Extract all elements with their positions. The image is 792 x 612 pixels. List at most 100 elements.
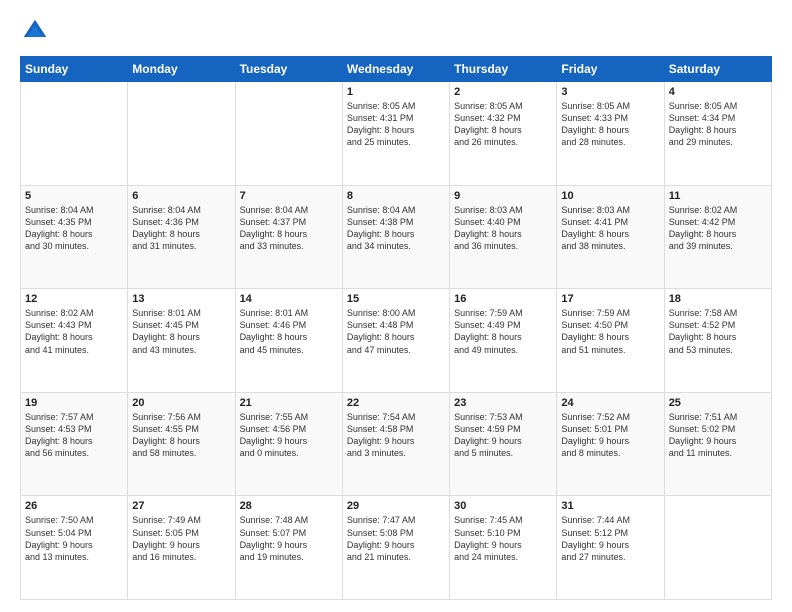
- logo-icon: [20, 16, 50, 46]
- day-info: Sunrise: 7:49 AM Sunset: 5:05 PM Dayligh…: [132, 514, 230, 563]
- day-number: 28: [240, 500, 338, 512]
- calendar-week-row: 19 Sunrise: 7:57 AM Sunset: 4:53 PM Dayli…: [21, 392, 772, 496]
- calendar-cell: 2 Sunrise: 8:05 AM Sunset: 4:32 PM Daylig…: [450, 82, 557, 186]
- day-info: Sunrise: 8:05 AM Sunset: 4:34 PM Dayligh…: [669, 100, 767, 149]
- day-number: 12: [25, 293, 123, 305]
- day-number: 20: [132, 397, 230, 409]
- day-number: 15: [347, 293, 445, 305]
- calendar-cell: 27 Sunrise: 7:49 AM Sunset: 5:05 PM Dayli…: [128, 496, 235, 600]
- calendar-cell: 6 Sunrise: 8:04 AM Sunset: 4:36 PM Daylig…: [128, 185, 235, 289]
- day-number: 4: [669, 86, 767, 98]
- calendar-cell: 7Sunrise: 8:04 AM Sunset: 4:37 PM Daylig…: [235, 185, 342, 289]
- day-info: Sunrise: 8:04 AM Sunset: 4:37 PM Dayligh…: [240, 204, 338, 253]
- day-info: Sunrise: 8:02 AM Sunset: 4:42 PM Dayligh…: [669, 204, 767, 253]
- day-info: Sunrise: 8:01 AM Sunset: 4:46 PM Dayligh…: [240, 307, 338, 356]
- day-info: Sunrise: 8:05 AM Sunset: 4:31 PM Dayligh…: [347, 100, 445, 149]
- calendar-cell: 24Sunrise: 7:52 AM Sunset: 5:01 PM Dayli…: [557, 392, 664, 496]
- calendar-cell: 12 Sunrise: 8:02 AM Sunset: 4:43 PM Dayli…: [21, 289, 128, 393]
- day-info: Sunrise: 8:03 AM Sunset: 4:41 PM Dayligh…: [561, 204, 659, 253]
- day-info: Sunrise: 8:01 AM Sunset: 4:45 PM Dayligh…: [132, 307, 230, 356]
- day-info: Sunrise: 8:02 AM Sunset: 4:43 PM Dayligh…: [25, 307, 123, 356]
- day-number: 6: [132, 190, 230, 202]
- day-info: Sunrise: 8:05 AM Sunset: 4:32 PM Dayligh…: [454, 100, 552, 149]
- day-number: 22: [347, 397, 445, 409]
- day-number: 21: [240, 397, 338, 409]
- day-info: Sunrise: 7:44 AM Sunset: 5:12 PM Dayligh…: [561, 514, 659, 563]
- calendar-cell: 20 Sunrise: 7:56 AM Sunset: 4:55 PM Dayli…: [128, 392, 235, 496]
- calendar-cell: 16 Sunrise: 7:59 AM Sunset: 4:49 PM Dayli…: [450, 289, 557, 393]
- weekday-header: Saturday: [664, 57, 771, 82]
- weekday-header: Monday: [128, 57, 235, 82]
- calendar-table: SundayMondayTuesdayWednesdayThursdayFrid…: [20, 56, 772, 600]
- logo: [20, 16, 54, 46]
- calendar-cell: 31 Sunrise: 7:44 AM Sunset: 5:12 PM Dayli…: [557, 496, 664, 600]
- day-info: Sunrise: 7:59 AM Sunset: 4:50 PM Dayligh…: [561, 307, 659, 356]
- day-number: 10: [561, 190, 659, 202]
- calendar-cell: 22 Sunrise: 7:54 AM Sunset: 4:58 PM Dayli…: [342, 392, 449, 496]
- day-info: Sunrise: 8:04 AM Sunset: 4:36 PM Dayligh…: [132, 204, 230, 253]
- calendar-cell: 26Sunrise: 7:50 AM Sunset: 5:04 PM Dayli…: [21, 496, 128, 600]
- calendar-cell: 23Sunrise: 7:53 AM Sunset: 4:59 PM Dayli…: [450, 392, 557, 496]
- day-number: 26: [25, 500, 123, 512]
- day-number: 2: [454, 86, 552, 98]
- day-info: Sunrise: 7:58 AM Sunset: 4:52 PM Dayligh…: [669, 307, 767, 356]
- day-number: 25: [669, 397, 767, 409]
- day-info: Sunrise: 7:52 AM Sunset: 5:01 PM Dayligh…: [561, 411, 659, 460]
- day-number: 17: [561, 293, 659, 305]
- day-number: 13: [132, 293, 230, 305]
- day-number: 8: [347, 190, 445, 202]
- day-info: Sunrise: 8:04 AM Sunset: 4:35 PM Dayligh…: [25, 204, 123, 253]
- day-number: 23: [454, 397, 552, 409]
- day-info: Sunrise: 7:54 AM Sunset: 4:58 PM Dayligh…: [347, 411, 445, 460]
- day-number: 29: [347, 500, 445, 512]
- calendar-cell: 30 Sunrise: 7:45 AM Sunset: 5:10 PM Dayli…: [450, 496, 557, 600]
- day-number: 18: [669, 293, 767, 305]
- calendar-cell: [664, 496, 771, 600]
- day-number: 14: [240, 293, 338, 305]
- weekday-header-row: SundayMondayTuesdayWednesdayThursdayFrid…: [21, 57, 772, 82]
- calendar-cell: 29 Sunrise: 7:47 AM Sunset: 5:08 PM Dayli…: [342, 496, 449, 600]
- day-number: 11: [669, 190, 767, 202]
- calendar-cell: 25Sunrise: 7:51 AM Sunset: 5:02 PM Dayli…: [664, 392, 771, 496]
- day-info: Sunrise: 7:55 AM Sunset: 4:56 PM Dayligh…: [240, 411, 338, 460]
- calendar-cell: 19 Sunrise: 7:57 AM Sunset: 4:53 PM Dayli…: [21, 392, 128, 496]
- day-number: 19: [25, 397, 123, 409]
- calendar-cell: 28 Sunrise: 7:48 AM Sunset: 5:07 PM Dayli…: [235, 496, 342, 600]
- calendar-cell: 13 Sunrise: 8:01 AM Sunset: 4:45 PM Dayli…: [128, 289, 235, 393]
- weekday-header: Wednesday: [342, 57, 449, 82]
- calendar-week-row: 26Sunrise: 7:50 AM Sunset: 5:04 PM Dayli…: [21, 496, 772, 600]
- day-info: Sunrise: 8:00 AM Sunset: 4:48 PM Dayligh…: [347, 307, 445, 356]
- calendar-cell: 10 Sunrise: 8:03 AM Sunset: 4:41 PM Dayli…: [557, 185, 664, 289]
- calendar-cell: 1Sunrise: 8:05 AM Sunset: 4:31 PM Daylig…: [342, 82, 449, 186]
- day-info: Sunrise: 7:45 AM Sunset: 5:10 PM Dayligh…: [454, 514, 552, 563]
- day-info: Sunrise: 8:04 AM Sunset: 4:38 PM Dayligh…: [347, 204, 445, 253]
- day-number: 27: [132, 500, 230, 512]
- calendar-cell: 15 Sunrise: 8:00 AM Sunset: 4:48 PM Dayli…: [342, 289, 449, 393]
- day-info: Sunrise: 7:56 AM Sunset: 4:55 PM Dayligh…: [132, 411, 230, 460]
- day-info: Sunrise: 8:05 AM Sunset: 4:33 PM Dayligh…: [561, 100, 659, 149]
- calendar-cell: 8 Sunrise: 8:04 AM Sunset: 4:38 PM Daylig…: [342, 185, 449, 289]
- calendar-cell: 9 Sunrise: 8:03 AM Sunset: 4:40 PM Daylig…: [450, 185, 557, 289]
- page: SundayMondayTuesdayWednesdayThursdayFrid…: [0, 0, 792, 612]
- day-number: 16: [454, 293, 552, 305]
- day-info: Sunrise: 7:47 AM Sunset: 5:08 PM Dayligh…: [347, 514, 445, 563]
- calendar-cell: [128, 82, 235, 186]
- day-info: Sunrise: 7:57 AM Sunset: 4:53 PM Dayligh…: [25, 411, 123, 460]
- weekday-header: Friday: [557, 57, 664, 82]
- day-number: 31: [561, 500, 659, 512]
- weekday-header: Tuesday: [235, 57, 342, 82]
- day-number: 30: [454, 500, 552, 512]
- weekday-header: Sunday: [21, 57, 128, 82]
- day-info: Sunrise: 7:59 AM Sunset: 4:49 PM Dayligh…: [454, 307, 552, 356]
- day-number: 3: [561, 86, 659, 98]
- day-info: Sunrise: 7:48 AM Sunset: 5:07 PM Dayligh…: [240, 514, 338, 563]
- calendar-cell: 3 Sunrise: 8:05 AM Sunset: 4:33 PM Daylig…: [557, 82, 664, 186]
- calendar-cell: 11 Sunrise: 8:02 AM Sunset: 4:42 PM Dayli…: [664, 185, 771, 289]
- calendar-cell: 21 Sunrise: 7:55 AM Sunset: 4:56 PM Dayli…: [235, 392, 342, 496]
- calendar-week-row: 1Sunrise: 8:05 AM Sunset: 4:31 PM Daylig…: [21, 82, 772, 186]
- calendar-cell: 18 Sunrise: 7:58 AM Sunset: 4:52 PM Dayli…: [664, 289, 771, 393]
- day-info: Sunrise: 8:03 AM Sunset: 4:40 PM Dayligh…: [454, 204, 552, 253]
- calendar-cell: 14 Sunrise: 8:01 AM Sunset: 4:46 PM Dayli…: [235, 289, 342, 393]
- day-number: 9: [454, 190, 552, 202]
- calendar-cell: [21, 82, 128, 186]
